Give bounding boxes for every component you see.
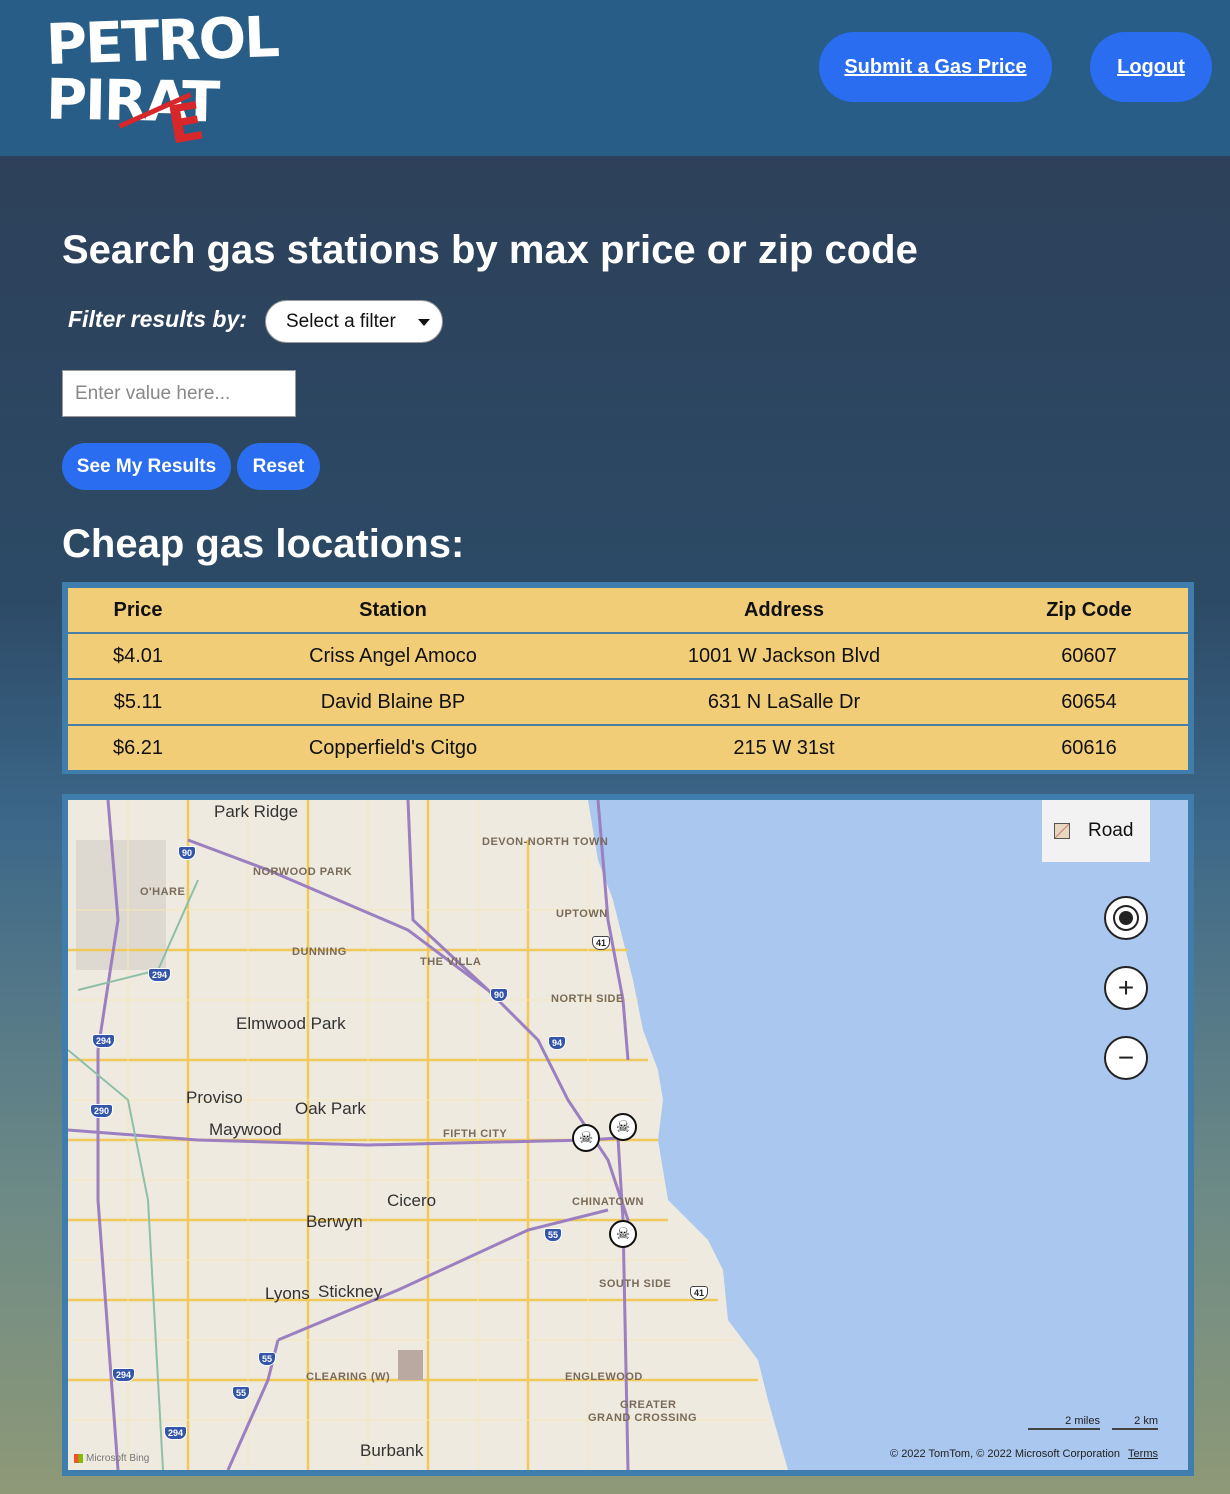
label-fifthcity: FIFTH CITY [443, 1128, 508, 1140]
logo-line-1: PETROL [44, 4, 279, 79]
zoom-in-button[interactable]: + [1104, 966, 1148, 1010]
label-park-ridge: Park Ridge [214, 802, 299, 821]
label-dunning: DUNNING [292, 946, 347, 958]
zoom-out-button[interactable]: − [1104, 1036, 1148, 1080]
value-input[interactable]: Enter value here... [62, 370, 296, 417]
interstate-shield: 55 [544, 1228, 563, 1242]
column-header-zip: Zip Code [990, 588, 1188, 634]
us-route-shield: 41 [592, 936, 611, 950]
map-style-label: Road [1088, 820, 1134, 841]
label-berwyn: Berwyn [306, 1212, 363, 1231]
cell-address: 215 W 31st [733, 736, 835, 759]
label-lyons: Lyons [265, 1284, 310, 1303]
interstate-shield: 290 [90, 1104, 114, 1118]
column-header-address: Address [578, 588, 990, 634]
locate-me-button[interactable] [1104, 896, 1148, 940]
label-uptown: UPTOWN [556, 908, 608, 920]
label-elmwood-park: Elmwood Park [236, 1014, 346, 1033]
petrol-pirate-logo[interactable]: PETROL PIRAT E [45, 5, 279, 157]
lake-michigan [588, 800, 1188, 1470]
skull-marker-icon[interactable]: ☠ [609, 1113, 637, 1141]
label-burbank: Burbank [360, 1441, 424, 1460]
cell-zip: 60607 [990, 633, 1188, 680]
minus-icon: − [1117, 1042, 1135, 1073]
interstate-shield: 90 [490, 988, 509, 1002]
reset-button[interactable]: Reset [237, 443, 320, 490]
scale-km: 2 km [1112, 1415, 1158, 1430]
label-stickney: Stickney [318, 1282, 383, 1301]
results-table-container: Price Station Address Zip Code $4.01 Cri… [62, 582, 1194, 774]
top-navbar: PETROL PIRAT E Submit a Gas Price Logout [0, 0, 1230, 157]
us-route-shield: 41 [690, 1286, 709, 1300]
column-header-price: Price [68, 588, 208, 634]
cell-price: $5.11 [68, 679, 208, 726]
label-englewood: ENGLEWOOD [565, 1371, 643, 1383]
search-heading: Search gas stations by max price or zip … [62, 228, 918, 272]
cell-address: 631 N LaSalle Dr [578, 679, 990, 726]
label-ohare: O'HARE [140, 886, 186, 898]
map-container: Park Ridge Elmwood Park Proviso Maywood … [62, 794, 1194, 1476]
label-norwood: NORWOOD PARK [253, 866, 353, 878]
copyright-text: © 2022 TomTom, © 2022 Microsoft Corporat… [890, 1448, 1121, 1460]
label-chinatown: CHINATOWN [572, 1196, 644, 1208]
label-greater: GREATER [620, 1399, 677, 1411]
table-row: $4.01 Criss Angel Amoco 1001 W Jackson B… [68, 633, 1188, 680]
interstate-shield: 294 [112, 1368, 136, 1382]
label-grand-crossing: GRAND CROSSING [588, 1412, 698, 1424]
see-my-results-button[interactable]: See My Results [62, 443, 231, 490]
road-map-icon [1054, 823, 1070, 839]
interstate-shield: 55 [232, 1386, 251, 1400]
map-copyright: © 2022 TomTom, © 2022 Microsoft Corporat… [890, 1448, 1158, 1460]
cell-address: 1001 W Jackson Blvd [578, 633, 990, 680]
results-heading: Cheap gas locations: [62, 522, 465, 566]
cell-station: David Blaine BP [208, 679, 578, 726]
target-icon [1119, 911, 1133, 925]
cell-zip: 60654 [990, 679, 1188, 726]
cell-price: $4.01 [68, 633, 208, 680]
interstate-shield: 90 [178, 846, 197, 860]
label-proviso: Proviso [186, 1088, 243, 1107]
label-devon: DEVON-NORTH TOWN [482, 836, 609, 848]
plus-icon: + [1117, 972, 1135, 1003]
map-canvas[interactable]: Park Ridge Elmwood Park Proviso Maywood … [68, 800, 1188, 1470]
microsoft-logo-icon [74, 1453, 83, 1463]
submit-gas-price-button[interactable]: Submit a Gas Price [819, 32, 1052, 102]
skull-marker-icon[interactable]: ☠ [609, 1220, 637, 1248]
scale-miles: 2 miles [1028, 1415, 1100, 1430]
filter-label: Filter results by: [68, 306, 247, 332]
map-style-selector[interactable]: Road [1042, 800, 1150, 862]
results-table: Price Station Address Zip Code $4.01 Cri… [68, 588, 1188, 770]
terms-link[interactable]: Terms [1128, 1448, 1158, 1460]
label-villa: THE VILLA [420, 956, 482, 968]
label-northside: NORTH SIDE [551, 993, 624, 1005]
interstate-shield: 294 [148, 968, 172, 982]
label-southside: SOUTH SIDE [599, 1278, 672, 1290]
label-oak-park: Oak Park [295, 1099, 366, 1118]
column-header-station: Station [208, 588, 578, 634]
skull-marker-icon[interactable]: ☠ [572, 1124, 600, 1152]
label-clearing: CLEARING (W) [306, 1371, 391, 1383]
table-row: $6.21 Copperfield's Citgo 215 W 31st 606… [68, 725, 1188, 770]
cell-price: $6.21 [112, 736, 164, 759]
cell-zip: 60616 [1061, 736, 1117, 759]
caret-down-icon [418, 319, 430, 326]
value-input-placeholder: Enter value here... [75, 382, 231, 404]
interstate-shield: 294 [92, 1034, 116, 1048]
cell-station: Copperfield's Citgo [308, 736, 478, 759]
cell-station: Criss Angel Amoco [208, 633, 578, 680]
table-header-row: Price Station Address Zip Code [68, 588, 1188, 634]
filter-select[interactable]: Select a filter [265, 300, 443, 343]
interstate-shield: 94 [548, 1036, 567, 1050]
interstate-shield: 294 [164, 1426, 188, 1440]
bing-label: Microsoft Bing [86, 1453, 150, 1464]
label-cicero: Cicero [387, 1191, 437, 1210]
bing-logo: Microsoft Bing [74, 1453, 149, 1464]
filter-select-value: Select a filter [286, 310, 396, 332]
quarry [398, 1350, 423, 1380]
interstate-shield: 55 [258, 1352, 277, 1366]
table-row: $5.11 David Blaine BP 631 N LaSalle Dr 6… [68, 679, 1188, 726]
label-maywood: Maywood [209, 1120, 282, 1139]
logout-button[interactable]: Logout [1090, 32, 1212, 102]
